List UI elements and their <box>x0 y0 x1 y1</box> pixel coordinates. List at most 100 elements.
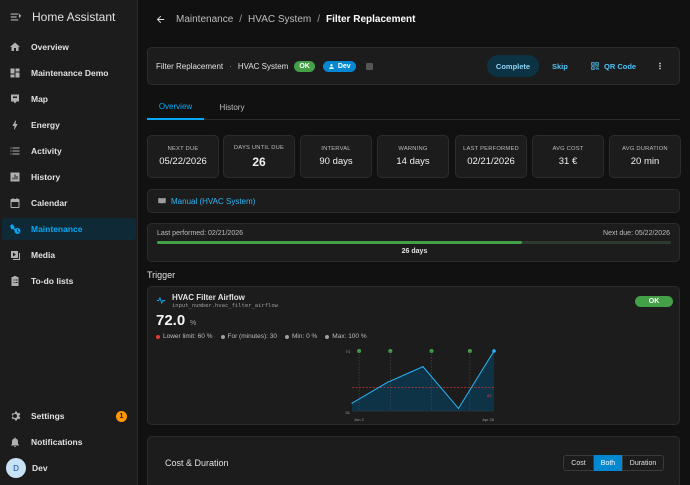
sidebar-item-label: Maintenance <box>31 224 83 234</box>
manual-link[interactable]: Manual (HVAC System) <box>171 197 255 206</box>
sidebar-item-activity[interactable]: Activity <box>2 140 136 162</box>
sidebar-item-maintenance-demo[interactable]: Maintenance Demo <box>2 62 136 84</box>
trigger-limits-row: Lower limit: 60 % For (minutes): 30 Min:… <box>156 333 367 340</box>
more-vertical-icon[interactable] <box>655 61 665 71</box>
data-point <box>457 407 460 409</box>
for-minutes-text: For (minutes): 30 <box>227 333 278 340</box>
stat-value: 14 days <box>396 156 430 167</box>
tab-overview[interactable]: Overview <box>147 94 204 120</box>
stat-avg-duration: AVG DURATION 20 min <box>609 135 681 178</box>
qrcode-icon <box>591 62 599 70</box>
x-axis-start-label: Jun 2 <box>354 417 365 422</box>
lower-limit-text: Lower limit: 60 % <box>163 333 213 340</box>
sidebar-item-notifications[interactable]: Notifications <box>2 431 136 453</box>
max-text: Max: 100 % <box>332 333 367 340</box>
lower-limit-dot <box>156 334 160 339</box>
task-header-card: Filter Replacement · HVAC System OK Dev … <box>147 47 680 85</box>
book-icon <box>158 198 166 204</box>
max-dot <box>325 334 330 339</box>
object-name: HVAC System <box>237 61 289 71</box>
stat-value: 20 min <box>630 156 660 167</box>
sidebar-item-label: Map <box>31 94 48 104</box>
stat-label: AVG COST <box>552 146 584 152</box>
cost-duration-card: Cost & Duration Cost Both Duration <box>147 436 680 485</box>
app-title: Home Assistant <box>32 10 116 24</box>
sidebar-item-overview[interactable]: Overview <box>2 36 136 58</box>
breadcrumb-current: Filter Replacement <box>326 13 416 25</box>
cost-duration-title: Cost & Duration <box>165 458 229 468</box>
trigger-value: 72.0 <box>156 312 186 329</box>
sidebar-item-label: History <box>31 172 61 182</box>
top-bar: Maintenance / HVAC System / Filter Repla… <box>138 0 690 38</box>
stat-label: NEXT DUE <box>167 146 199 152</box>
toggle-duration[interactable]: Duration <box>622 455 664 471</box>
trigger-history-chart: 74 51 60 Jun 2 Apr 26 <box>346 349 496 422</box>
breadcrumb-maintenance[interactable]: Maintenance <box>176 14 233 25</box>
header-separator: · <box>229 61 232 71</box>
sidebar-item-user[interactable]: D Dev <box>2 456 136 480</box>
user-badge-label: Dev <box>337 62 351 70</box>
trigger-unit: % <box>190 320 197 327</box>
sidebar-item-label: Dev <box>32 463 48 473</box>
next-due-label: Next due: 05/22/2026 <box>603 230 670 237</box>
stat-last-performed: LAST PERFORMED 02/21/2026 <box>455 135 527 178</box>
data-point <box>492 349 496 353</box>
sidebar-item-media[interactable]: Media <box>2 244 136 266</box>
sidebar-item-label: To-do lists <box>31 276 74 286</box>
qr-code-button[interactable]: QR Code <box>590 55 636 77</box>
skip-button[interactable]: Skip <box>552 55 568 77</box>
last-performed-label: Last performed: 02/21/2026 <box>157 230 244 237</box>
stop-icon <box>365 62 373 70</box>
sidebar-header: Home Assistant <box>0 0 137 34</box>
series-area <box>352 351 494 411</box>
trigger-card: HVAC Filter Airflow input_number.hvac_fi… <box>147 286 680 425</box>
sidebar: Home Assistant Overview Maintenance Demo… <box>0 0 138 485</box>
sidebar-item-calendar[interactable]: Calendar <box>2 192 136 214</box>
list-icon <box>10 147 20 155</box>
threshold-label: 60 <box>487 393 492 398</box>
lightning-icon <box>12 120 18 130</box>
tab-history[interactable]: History <box>207 94 257 120</box>
trigger-entity-id: input_number.hvac_filter_airflow <box>172 303 278 309</box>
sidebar-item-maintenance[interactable]: Maintenance <box>2 218 136 240</box>
trigger-status-badge: OK <box>635 296 673 307</box>
sidebar-item-label: Notifications <box>31 437 83 447</box>
min-dot <box>285 334 289 339</box>
complete-button[interactable]: Complete <box>487 55 539 77</box>
tab-bar: Overview History <box>147 94 680 120</box>
stat-days-until-due: DAYS UNTIL DUE 26 <box>223 135 295 178</box>
stat-value: 26 <box>252 154 266 169</box>
pulse-icon <box>156 296 166 305</box>
arrow-left-icon[interactable] <box>155 14 166 25</box>
manual-link-card[interactable]: Manual (HVAC System) <box>147 189 680 213</box>
y-axis-bottom-label: 51 <box>346 410 351 415</box>
y-axis-top-label: 74 <box>346 349 351 354</box>
sidebar-item-settings[interactable]: Settings 1 <box>2 405 136 427</box>
stat-value: 05/22/2026 <box>159 156 207 167</box>
sidebar-item-label: Calendar <box>31 198 68 208</box>
toggle-cost[interactable]: Cost <box>563 455 594 471</box>
menu-collapse-icon[interactable] <box>9 10 23 24</box>
stat-label: DAYS UNTIL DUE <box>233 144 285 151</box>
clipboard-list-icon <box>11 276 19 286</box>
trigger-section-title: Trigger <box>147 270 176 280</box>
status-badge: OK <box>294 60 315 72</box>
person-icon <box>329 63 334 69</box>
bell-icon <box>11 437 19 447</box>
sidebar-item-map[interactable]: Map <box>2 88 136 110</box>
sidebar-item-energy[interactable]: Energy <box>2 114 136 136</box>
task-name: Filter Replacement <box>156 61 224 71</box>
sidebar-item-label: Maintenance Demo <box>31 68 109 78</box>
sidebar-item-label: Settings <box>31 411 65 421</box>
sidebar-item-history[interactable]: History <box>2 166 136 188</box>
data-point <box>386 381 389 383</box>
sidebar-item-label: Media <box>31 250 56 260</box>
home-icon <box>10 42 20 51</box>
sidebar-item-label: Energy <box>31 120 60 130</box>
breadcrumb-hvac-system[interactable]: HVAC System <box>248 14 311 25</box>
sidebar-item-label: Overview <box>31 42 69 52</box>
sidebar-item-todo-lists[interactable]: To-do lists <box>2 270 136 292</box>
toggle-both[interactable]: Both <box>594 455 622 471</box>
stat-label: INTERVAL <box>321 146 351 152</box>
breadcrumb-separator: / <box>239 13 243 25</box>
